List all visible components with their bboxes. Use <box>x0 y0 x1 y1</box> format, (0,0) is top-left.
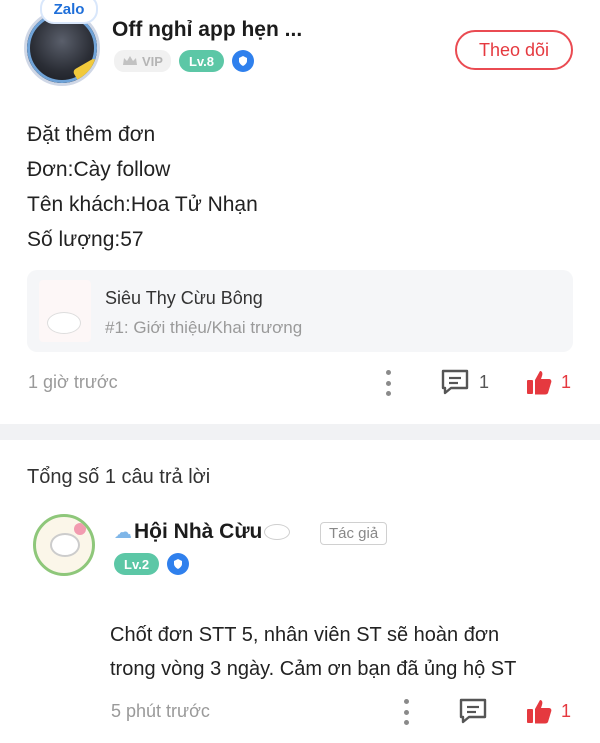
linked-topic-subtitle: #1: Giới thiệu/Khai trương <box>105 318 303 337</box>
reply-count-label: Tổng số 1 câu trả lời <box>27 466 211 488</box>
linked-topic-title: Siêu Thy Cừu Bông <box>105 288 263 308</box>
reply-author-badges: Lv.2 <box>114 553 190 575</box>
post-body-line: Đơn:Cày follow <box>27 158 171 181</box>
level-badge: Lv.8 <box>178 50 225 72</box>
vip-label: VIP <box>142 53 163 69</box>
sheep-emoji-icon <box>264 524 291 540</box>
level-badge: Lv.2 <box>114 553 160 575</box>
zalo-badge[interactable]: Zalo <box>40 0 98 24</box>
comment-count: 1 <box>479 372 490 392</box>
vip-badge: VIP <box>114 50 171 72</box>
like-count: 1 <box>561 701 572 721</box>
post-body-line: Tên khách:Hoa Tử Nhạn <box>27 193 258 216</box>
reply-author-name-row[interactable]: ☁ Hội Nhà Cừu <box>114 520 291 544</box>
like-count: 1 <box>561 372 572 392</box>
post-author-name[interactable]: Off nghỉ app hẹn ... <box>112 18 302 42</box>
post-body-line: Đặt thêm đơn <box>27 123 156 146</box>
cloud-emoji-icon: ☁ <box>114 521 132 542</box>
thumbs-up-icon[interactable] <box>525 697 553 725</box>
zalo-badge-label: Zalo <box>53 0 85 18</box>
sheep-face-illustration <box>50 533 80 557</box>
author-tag: Tác giả <box>320 522 388 545</box>
linked-topic-thumbnail <box>39 280 91 342</box>
section-divider <box>0 424 600 440</box>
reply-text-line: trong vòng 3 ngày. Cảm ơn bạn đã ủng hộ … <box>110 658 517 680</box>
more-vertical-icon[interactable] <box>385 370 391 396</box>
crown-icon <box>123 56 137 65</box>
post-body: Đặt thêm đơn Đơn:Cày follow Tên khách:Ho… <box>27 117 258 257</box>
reply-meta-row: 5 phút trước 1 <box>0 697 600 727</box>
comment-icon[interactable] <box>440 368 470 396</box>
linked-topic-card[interactable]: Siêu Thy Cừu Bông #1: Giới thiệu/Khai tr… <box>27 270 573 352</box>
more-vertical-icon[interactable] <box>403 699 409 725</box>
reply-author-avatar[interactable] <box>33 514 95 576</box>
thumbs-up-icon[interactable] <box>525 368 553 396</box>
reply-text-line: Chốt đơn STT 5, nhân viên ST sẽ hoàn đơn <box>110 624 500 646</box>
flower-decoration <box>74 523 86 535</box>
shield-icon <box>167 553 190 575</box>
shield-icon <box>232 50 255 72</box>
comment-icon[interactable] <box>458 697 488 725</box>
post-body-line: Số lượng:57 <box>27 228 144 251</box>
sheep-illustration <box>47 312 81 334</box>
post-meta-row: 1 giờ trước 1 1 <box>0 368 600 398</box>
post-time: 1 giờ trước <box>28 372 118 392</box>
reply-time: 5 phút trước <box>111 701 210 721</box>
post-author-badges: VIP Lv.8 <box>114 50 255 72</box>
reply-author-name: Hội Nhà Cừu <box>134 520 263 543</box>
reply-text: Chốt đơn STT 5, nhân viên ST sẽ hoàn đơn… <box>110 618 580 686</box>
follow-button[interactable]: Theo dõi <box>455 30 573 70</box>
